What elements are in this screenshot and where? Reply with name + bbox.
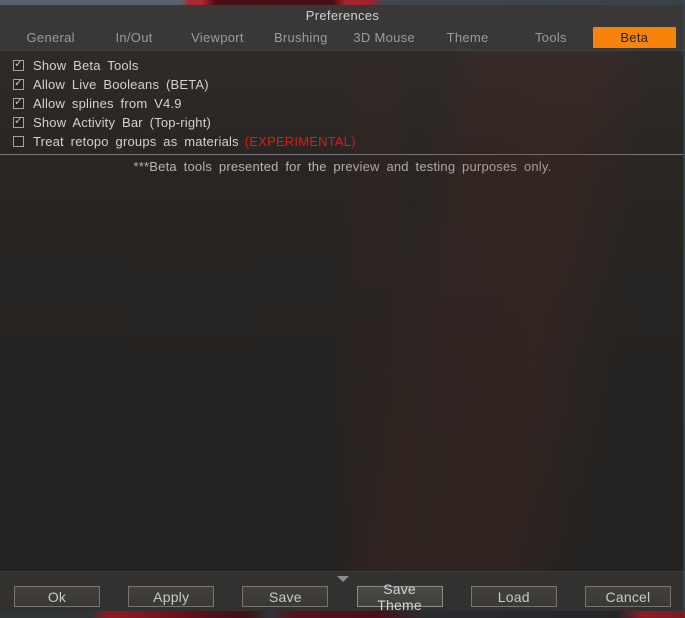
viewport-background-bottom <box>0 611 685 618</box>
dialog-buttonbar: Ok Apply Save Save Theme Load Cancel <box>0 581 685 613</box>
load-button[interactable]: Load <box>470 586 557 607</box>
option-label: Show Beta Tools <box>33 58 139 73</box>
screen: Preferences General In/Out Viewport Brus… <box>0 0 685 618</box>
tab-3d-mouse[interactable]: 3D Mouse <box>343 27 426 48</box>
option-label: Show Activity Bar (Top-right) <box>33 115 212 130</box>
save-button[interactable]: Save <box>242 586 329 607</box>
ok-button[interactable]: Ok <box>14 586 100 607</box>
resize-handle-strip[interactable] <box>0 571 685 585</box>
beta-disclaimer-note: ***Beta tools presented for the preview … <box>133 159 552 174</box>
preferences-tabbar: General In/Out Viewport Brushing 3D Mous… <box>0 25 685 51</box>
option-show-activity-bar[interactable]: Show Activity Bar (Top-right) <box>0 113 685 132</box>
tab-tools[interactable]: Tools <box>509 27 592 48</box>
apply-button[interactable]: Apply <box>128 586 215 607</box>
option-allow-live-booleans[interactable]: Allow Live Booleans (BETA) <box>0 75 685 94</box>
checkbox-icon[interactable] <box>13 136 24 147</box>
tab-viewport[interactable]: Viewport <box>176 27 259 48</box>
tab-in-out[interactable]: In/Out <box>92 27 175 48</box>
option-label: Allow splines from V4.9 <box>33 96 182 111</box>
experimental-flag: (EXPERIMENTAL) <box>244 134 356 149</box>
save-theme-button[interactable]: Save Theme <box>356 581 443 613</box>
dialog-titlebar[interactable]: Preferences <box>0 5 685 25</box>
option-show-beta-tools[interactable]: Show Beta Tools <box>0 56 685 75</box>
checkbox-icon[interactable] <box>13 96 24 109</box>
tab-brushing[interactable]: Brushing <box>259 27 342 48</box>
beta-tab-content: Show Beta Tools Allow Live Booleans (BET… <box>0 51 685 571</box>
option-allow-splines-v49[interactable]: Allow splines from V4.9 <box>0 94 685 113</box>
checkbox-icon[interactable] <box>13 115 24 128</box>
preferences-dialog: Preferences General In/Out Viewport Brus… <box>0 5 685 613</box>
section-divider <box>0 154 685 155</box>
tab-general[interactable]: General <box>9 27 92 48</box>
option-label: Treat retopo groups as materials <box>33 134 239 149</box>
option-treat-retopo-groups[interactable]: Treat retopo groups as materials (EXPERI… <box>0 132 685 151</box>
tab-beta[interactable]: Beta <box>592 27 676 48</box>
cancel-button[interactable]: Cancel <box>584 586 671 607</box>
tab-theme[interactable]: Theme <box>426 27 509 48</box>
option-label: Allow Live Booleans (BETA) <box>33 77 209 92</box>
checkbox-icon[interactable] <box>13 58 24 71</box>
checkbox-icon[interactable] <box>13 77 24 90</box>
collapse-arrow-icon[interactable] <box>336 575 349 582</box>
dialog-title: Preferences <box>305 7 380 23</box>
